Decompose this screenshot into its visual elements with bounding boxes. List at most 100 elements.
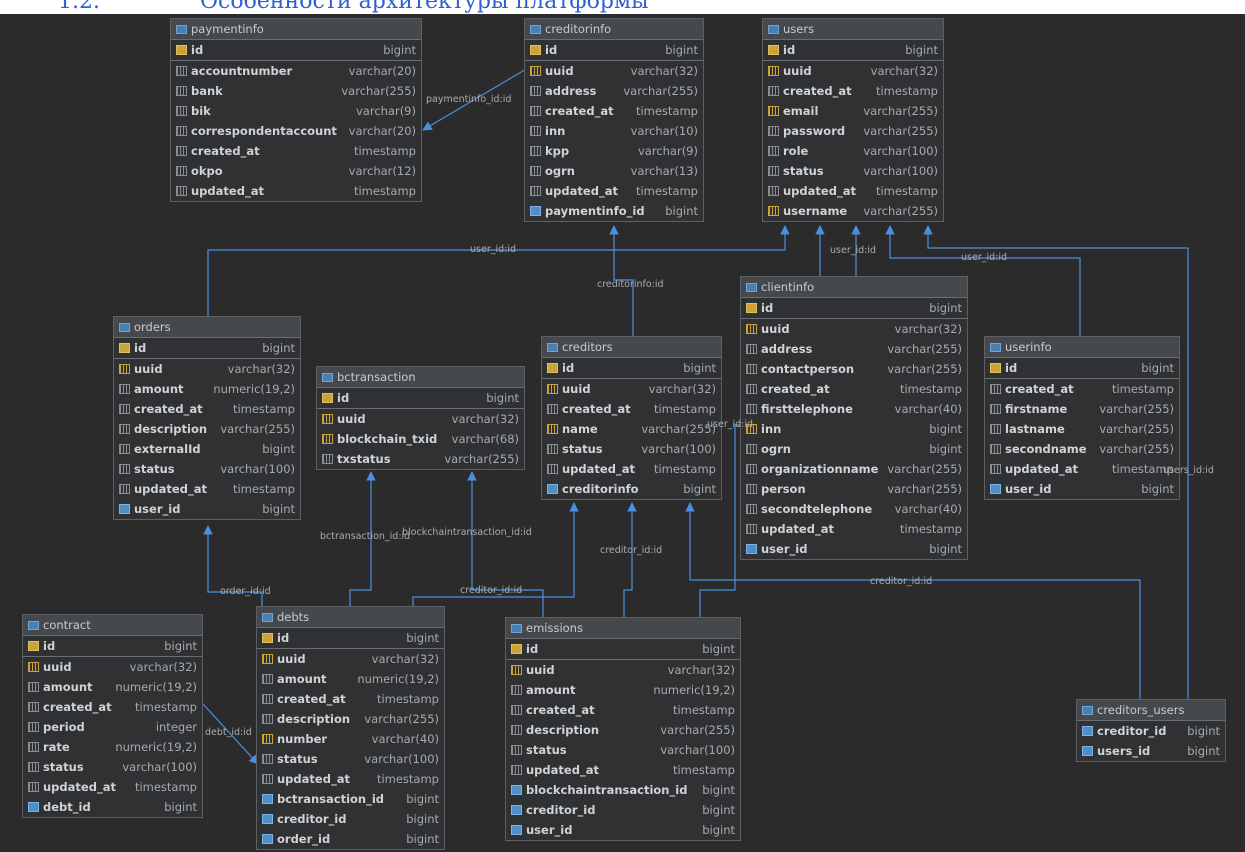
table-header[interactable]: creditorinfo — [525, 19, 703, 40]
column-row[interactable]: updated_at timestamp — [763, 181, 943, 201]
column-row[interactable]: created_at timestamp — [741, 379, 967, 399]
column-row[interactable]: id bigint — [763, 40, 943, 61]
table-creditorinfo[interactable]: creditorinfo id bigint uuid varchar(32) addre… — [524, 18, 704, 222]
column-row[interactable]: id bigint — [317, 388, 524, 409]
column-row[interactable]: creditorinfo bigint — [542, 479, 721, 499]
column-row[interactable]: id bigint — [23, 636, 202, 657]
column-row[interactable]: paymentinfo_id bigint — [525, 201, 703, 221]
column-row[interactable]: description varchar(255) — [506, 720, 740, 740]
column-row[interactable]: updated_at timestamp — [525, 181, 703, 201]
table-paymentinfo[interactable]: paymentinfo id bigint accountnumber varchar(… — [170, 18, 422, 202]
column-row[interactable]: username varchar(255) — [763, 201, 943, 221]
column-row[interactable]: user_id bigint — [985, 479, 1179, 499]
column-row[interactable]: description varchar(255) — [114, 419, 300, 439]
table-header[interactable]: users — [763, 19, 943, 40]
column-row[interactable]: inn varchar(10) — [525, 121, 703, 141]
column-row[interactable]: updated_at timestamp — [542, 459, 721, 479]
table-emissions[interactable]: emissions id bigint uuid varchar(32) amount nu… — [505, 617, 741, 841]
column-row[interactable]: id bigint — [741, 298, 967, 319]
column-row[interactable]: created_at timestamp — [114, 399, 300, 419]
column-row[interactable]: address varchar(255) — [525, 81, 703, 101]
column-row[interactable]: blockchaintransaction_id bigint — [506, 780, 740, 800]
column-row[interactable]: created_at timestamp — [542, 399, 721, 419]
column-row[interactable]: id bigint — [114, 338, 300, 359]
column-row[interactable]: status varchar(100) — [257, 749, 444, 769]
column-row[interactable]: uuid varchar(32) — [763, 61, 943, 81]
column-row[interactable]: bank varchar(255) — [171, 81, 421, 101]
column-row[interactable]: created_at timestamp — [763, 81, 943, 101]
column-row[interactable]: id bigint — [542, 358, 721, 379]
column-row[interactable]: contactperson varchar(255) — [741, 359, 967, 379]
table-header[interactable]: creditors_users — [1077, 700, 1225, 721]
table-header[interactable]: userinfo — [985, 337, 1179, 358]
column-row[interactable]: uuid varchar(32) — [23, 657, 202, 677]
table-header[interactable]: contract — [23, 615, 202, 636]
column-row[interactable]: uuid varchar(32) — [317, 409, 524, 429]
table-debts[interactable]: debts id bigint uuid varchar(32) amount numeri… — [256, 606, 445, 850]
column-row[interactable]: updated_at timestamp — [171, 181, 421, 201]
column-row[interactable]: created_at timestamp — [23, 697, 202, 717]
column-row[interactable]: status varchar(100) — [763, 161, 943, 181]
column-row[interactable]: created_at timestamp — [985, 379, 1179, 399]
table-clientinfo[interactable]: clientinfo id bigint uuid varchar(32) address… — [740, 276, 968, 560]
column-row[interactable]: firsttelephone varchar(40) — [741, 399, 967, 419]
column-row[interactable]: address varchar(255) — [741, 339, 967, 359]
column-row[interactable]: okpo varchar(12) — [171, 161, 421, 181]
column-row[interactable]: user_id bigint — [114, 499, 300, 519]
column-row[interactable]: firstname varchar(255) — [985, 399, 1179, 419]
table-users[interactable]: users id bigint uuid varchar(32) created_at ti… — [762, 18, 944, 222]
column-row[interactable]: amount numeric(19,2) — [23, 677, 202, 697]
column-row[interactable]: externalId bigint — [114, 439, 300, 459]
column-row[interactable]: blockchain_txid varchar(68) — [317, 429, 524, 449]
column-row[interactable]: status varchar(100) — [542, 439, 721, 459]
column-row[interactable]: amount numeric(19,2) — [114, 379, 300, 399]
column-row[interactable]: updated_at timestamp — [257, 769, 444, 789]
column-row[interactable]: created_at timestamp — [525, 101, 703, 121]
column-row[interactable]: status varchar(100) — [23, 757, 202, 777]
column-row[interactable]: txstatus varchar(255) — [317, 449, 524, 469]
column-row[interactable]: creditor_id bigint — [257, 809, 444, 829]
column-row[interactable]: uuid varchar(32) — [506, 660, 740, 680]
table-header[interactable]: bctransaction — [317, 367, 524, 388]
table-header[interactable]: creditors — [542, 337, 721, 358]
column-row[interactable]: role varchar(100) — [763, 141, 943, 161]
column-row[interactable]: period integer — [23, 717, 202, 737]
column-row[interactable]: password varchar(255) — [763, 121, 943, 141]
column-row[interactable]: created_at timestamp — [171, 141, 421, 161]
column-row[interactable]: user_id bigint — [506, 820, 740, 840]
column-row[interactable]: creditor_id bigint — [506, 800, 740, 820]
column-row[interactable]: id bigint — [171, 40, 421, 61]
column-row[interactable]: users_id bigint — [1077, 741, 1225, 761]
table-contract[interactable]: contract id bigint uuid varchar(32) amount num… — [22, 614, 203, 818]
column-row[interactable]: ogrn bigint — [741, 439, 967, 459]
column-row[interactable]: amount numeric(19,2) — [506, 680, 740, 700]
column-row[interactable]: uuid varchar(32) — [741, 319, 967, 339]
column-row[interactable]: secondname varchar(255) — [985, 439, 1179, 459]
column-row[interactable]: description varchar(255) — [257, 709, 444, 729]
column-row[interactable]: lastname varchar(255) — [985, 419, 1179, 439]
column-row[interactable]: person varchar(255) — [741, 479, 967, 499]
table-header[interactable]: debts — [257, 607, 444, 628]
column-row[interactable]: updated_at timestamp — [985, 459, 1179, 479]
column-row[interactable]: uuid varchar(32) — [525, 61, 703, 81]
table-creditors-users[interactable]: creditors_users creditor_id bigint users_id… — [1076, 699, 1226, 762]
column-row[interactable]: updated_at timestamp — [114, 479, 300, 499]
table-bctransaction[interactable]: bctransaction id bigint uuid varchar(32) bloc… — [316, 366, 525, 470]
column-row[interactable]: uuid varchar(32) — [114, 359, 300, 379]
column-row[interactable]: id bigint — [506, 639, 740, 660]
column-row[interactable]: inn bigint — [741, 419, 967, 439]
column-row[interactable]: id bigint — [985, 358, 1179, 379]
table-userinfo[interactable]: userinfo id bigint created_at timestamp first… — [984, 336, 1180, 500]
column-row[interactable]: bik varchar(9) — [171, 101, 421, 121]
column-row[interactable]: created_at timestamp — [506, 700, 740, 720]
column-row[interactable]: email varchar(255) — [763, 101, 943, 121]
column-row[interactable]: debt_id bigint — [23, 797, 202, 817]
column-row[interactable]: uuid varchar(32) — [542, 379, 721, 399]
table-header[interactable]: clientinfo — [741, 277, 967, 298]
column-row[interactable]: rate numeric(19,2) — [23, 737, 202, 757]
column-row[interactable]: created_at timestamp — [257, 689, 444, 709]
table-creditors[interactable]: creditors id bigint uuid varchar(32) created_… — [541, 336, 722, 500]
table-header[interactable]: paymentinfo — [171, 19, 421, 40]
table-orders[interactable]: orders id bigint uuid varchar(32) amount numer… — [113, 316, 301, 520]
column-row[interactable]: bctransaction_id bigint — [257, 789, 444, 809]
